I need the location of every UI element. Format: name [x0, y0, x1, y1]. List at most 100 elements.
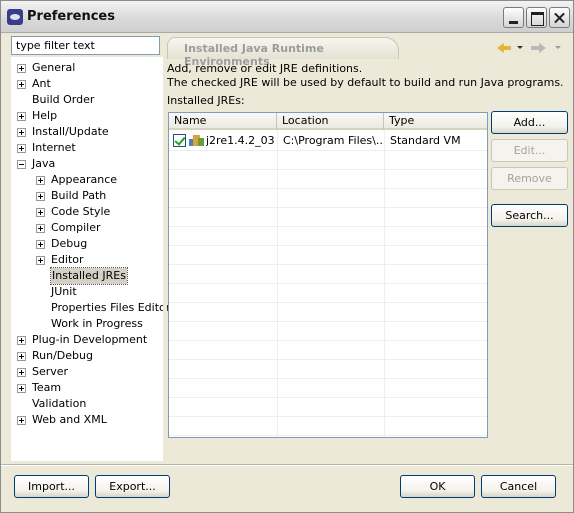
tree-item[interactable]: Web and XML: [11, 412, 161, 428]
tree-item[interactable]: Build Path: [11, 188, 161, 204]
close-icon[interactable]: [549, 7, 570, 28]
expand-icon[interactable]: [17, 128, 26, 137]
tree-item[interactable]: Internet: [11, 140, 161, 156]
tree-item[interactable]: Server: [11, 364, 161, 380]
cancel-button[interactable]: Cancel: [481, 475, 556, 498]
forward-arrow-icon[interactable]: [531, 40, 547, 56]
back-dropdown-icon[interactable]: [517, 46, 523, 49]
tree-item[interactable]: Ant: [11, 76, 161, 92]
back-arrow-icon[interactable]: [497, 40, 513, 56]
jre-library-icon: [189, 133, 205, 147]
add-button[interactable]: Add...: [491, 111, 568, 134]
expand-icon[interactable]: [17, 416, 26, 425]
forward-dropdown-icon[interactable]: [555, 46, 561, 49]
jre-location: C:\Program Files\...: [283, 134, 382, 147]
tree-item[interactable]: JUnit: [11, 284, 161, 300]
tree-item[interactable]: Work in Progress: [11, 316, 161, 332]
expand-icon[interactable]: [17, 368, 26, 377]
expand-icon[interactable]: [36, 176, 45, 185]
footer-separator-highlight: [1, 465, 573, 466]
tree-item-label: Plug-in Development: [32, 333, 148, 346]
tree-item[interactable]: Appearance: [11, 172, 161, 188]
table-column-line: [277, 130, 278, 437]
jre-type: Standard VM: [390, 134, 461, 147]
tree-item[interactable]: Properties Files Editor: [11, 300, 170, 316]
table-grid-line: [169, 245, 487, 246]
tree-item-label: Code Style: [51, 205, 111, 218]
table-grid-line: [169, 321, 487, 322]
collapse-icon[interactable]: [17, 160, 26, 169]
expand-icon[interactable]: [36, 256, 45, 265]
edit-button[interactable]: Edit...: [491, 139, 568, 162]
maximize-icon[interactable]: [526, 7, 547, 28]
table-grid-line: [169, 435, 487, 436]
installed-jres-label: Installed JREs:: [167, 94, 245, 107]
remove-button[interactable]: Remove: [491, 167, 568, 190]
table-grid-line: [169, 397, 487, 398]
default-jre-checkbox[interactable]: [173, 134, 186, 147]
table-grid-line: [169, 340, 487, 341]
tree-item[interactable]: Editor: [11, 252, 161, 268]
tree-item[interactable]: Team: [11, 380, 161, 396]
tree-item[interactable]: Java: [11, 156, 161, 172]
search-button[interactable]: Search...: [491, 204, 568, 227]
tree-item-label: JUnit: [51, 285, 77, 298]
ok-button[interactable]: OK: [400, 475, 475, 498]
description-line-2: The checked JRE will be used by default …: [167, 76, 564, 89]
tree-item-label: Properties Files Editor: [51, 301, 171, 314]
tree-item-label: General: [32, 61, 76, 74]
expand-icon[interactable]: [17, 112, 26, 121]
tree-item-label: Install/Update: [32, 125, 109, 138]
expand-icon[interactable]: [17, 64, 26, 73]
table-grid-line: [169, 378, 487, 379]
tree-item-label: Team: [32, 381, 62, 394]
tree-item[interactable]: Code Style: [11, 204, 161, 220]
preferences-dialog: Preferences type filter text General Ant B…: [0, 0, 574, 513]
import-button[interactable]: Import...: [14, 475, 89, 498]
table-header: Name Location Type: [169, 113, 487, 130]
table-grid-line: [169, 302, 487, 303]
table-grid-line: [169, 150, 487, 151]
expand-icon[interactable]: [17, 384, 26, 393]
tree-item[interactable]: Compiler: [11, 220, 161, 236]
expand-icon[interactable]: [36, 192, 45, 201]
tree-item[interactable]: Validation: [11, 396, 161, 412]
expand-icon[interactable]: [17, 352, 26, 361]
table-grid-line: [169, 169, 487, 170]
expand-icon[interactable]: [17, 80, 26, 89]
minimize-icon[interactable]: [503, 7, 524, 28]
expand-icon[interactable]: [36, 224, 45, 233]
tree-item[interactable]: Installed JREs: [11, 267, 161, 285]
expand-icon[interactable]: [36, 208, 45, 217]
export-button[interactable]: Export...: [95, 475, 170, 498]
tree-item-label: Editor: [51, 253, 84, 266]
tree-item[interactable]: Run/Debug: [11, 348, 161, 364]
title-bar[interactable]: Preferences: [1, 1, 573, 33]
tree-item-label: Debug: [51, 237, 88, 250]
table-grid-line: [169, 188, 487, 189]
tree-item[interactable]: Debug: [11, 236, 161, 252]
tree-item[interactable]: Help: [11, 108, 161, 124]
table-row[interactable]: j2re1.4.2_03 C:\Program Files\... Standa…: [169, 131, 487, 150]
table-grid-line: [169, 264, 487, 265]
expand-icon[interactable]: [17, 336, 26, 345]
tree-item-label: Run/Debug: [32, 349, 93, 362]
tree-item-label: Work in Progress: [51, 317, 143, 330]
tree-item[interactable]: Install/Update: [11, 124, 161, 140]
filter-input[interactable]: type filter text: [11, 36, 160, 55]
tree-item-label: Appearance: [51, 173, 118, 186]
tree-item-label: Build Order: [32, 93, 95, 106]
column-header-type[interactable]: Type: [384, 113, 487, 130]
tree-item[interactable]: Plug-in Development: [11, 332, 161, 348]
expand-icon[interactable]: [36, 240, 45, 249]
expand-icon[interactable]: [17, 144, 26, 153]
jre-table[interactable]: Name Location Type j2re1.4.2_03 C:\Progr…: [168, 112, 488, 438]
tree-item-label: Ant: [32, 77, 51, 90]
column-header-location[interactable]: Location: [277, 113, 384, 130]
column-header-name[interactable]: Name: [169, 113, 277, 130]
tree-item[interactable]: Build Order: [11, 92, 161, 108]
tree-item-label: Build Path: [51, 189, 107, 202]
tree-item[interactable]: General: [11, 60, 161, 76]
preference-tree: General Ant Build Order Help Install/Update I…: [11, 57, 170, 461]
table-column-line: [384, 130, 385, 437]
